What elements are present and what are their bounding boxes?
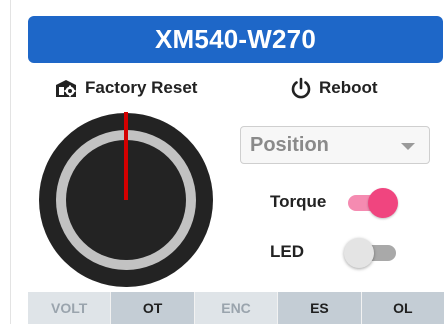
power-icon xyxy=(289,76,313,100)
led-control: LED xyxy=(270,236,400,268)
panel-divider xyxy=(10,0,11,324)
device-title: XM540-W270 xyxy=(155,24,316,54)
chevron-down-icon xyxy=(401,143,415,150)
status-indicator-bar: VOLT OT ENC ES OL xyxy=(28,292,444,324)
factory-reset-button[interactable]: Factory Reset xyxy=(53,72,197,104)
status-ol: OL xyxy=(361,292,444,324)
servo-control-panel: XM540-W270 Factory Reset Reboot Position… xyxy=(0,0,444,324)
operating-mode-select[interactable]: Position xyxy=(240,126,430,164)
reboot-label: Reboot xyxy=(319,78,378,97)
status-es: ES xyxy=(278,292,362,324)
led-toggle[interactable] xyxy=(344,236,400,268)
torque-label: Torque xyxy=(270,192,327,211)
factory-reset-label: Factory Reset xyxy=(85,78,198,97)
torque-toggle-thumb xyxy=(368,188,398,218)
led-toggle-thumb xyxy=(344,238,374,268)
status-enc: ENC xyxy=(194,292,279,324)
torque-toggle[interactable] xyxy=(344,186,400,218)
status-ot: OT xyxy=(111,292,195,324)
status-volt: VOLT xyxy=(28,292,112,324)
led-label: LED xyxy=(270,242,304,261)
position-dial[interactable] xyxy=(38,112,214,288)
device-title-bar: XM540-W270 xyxy=(28,16,443,63)
operating-mode-value: Position xyxy=(250,133,329,156)
reboot-button[interactable]: Reboot xyxy=(289,72,378,104)
torque-control: Torque xyxy=(270,186,400,218)
factory-reset-icon xyxy=(53,77,79,99)
